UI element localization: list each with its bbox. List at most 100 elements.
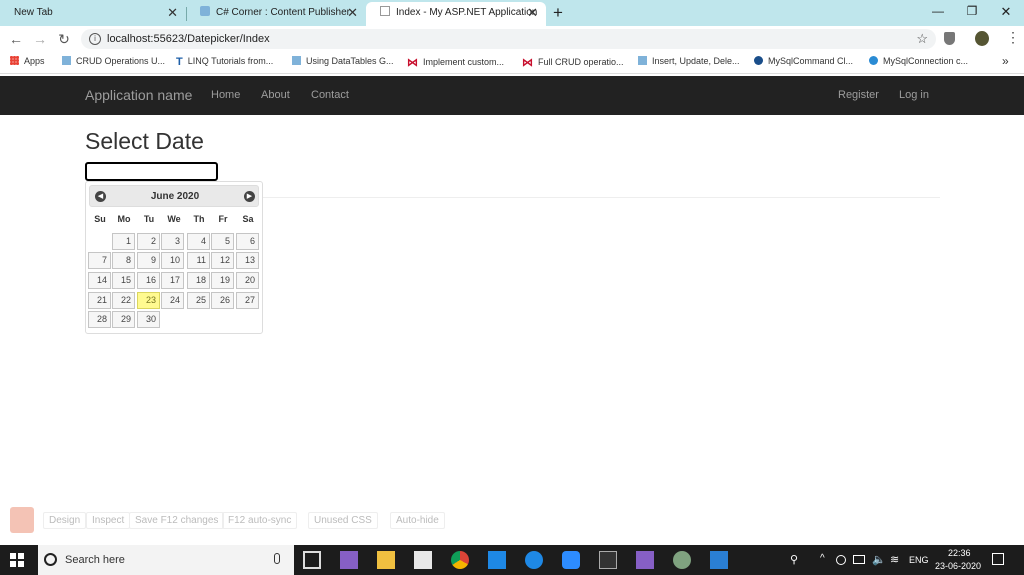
store-icon[interactable]: [414, 551, 432, 569]
nav-register-link[interactable]: Register: [838, 76, 879, 115]
calendar-day[interactable]: 27: [236, 292, 259, 309]
shield-extension-icon[interactable]: [944, 32, 955, 45]
calendar-day[interactable]: 5: [211, 233, 234, 250]
minimize-icon[interactable]: —: [928, 4, 948, 18]
calendar-day[interactable]: 16: [137, 272, 160, 289]
clock-time[interactable]: 22:36: [948, 548, 971, 558]
calendar-day[interactable]: 17: [161, 272, 184, 289]
calendar-day[interactable]: 29: [112, 311, 135, 328]
calendar-day[interactable]: 8: [112, 252, 135, 269]
bookmark-implement-custom[interactable]: ⋈ Implement custom...: [407, 56, 504, 69]
close-icon[interactable]: ✕: [527, 2, 538, 24]
calendar-day[interactable]: 28: [88, 311, 111, 328]
wifi-icon[interactable]: ≋: [890, 553, 899, 566]
restore-icon[interactable]: ❐: [962, 4, 982, 18]
bookmark-crud-operations[interactable]: CRUD Operations U...: [62, 56, 165, 66]
notification-icon[interactable]: [992, 553, 1004, 565]
devtools-autohide-toggle[interactable]: Auto-hide: [390, 512, 445, 529]
forward-arrow-icon[interactable]: →: [31, 31, 49, 47]
chevron-up-icon[interactable]: ^: [820, 553, 825, 564]
zoom-icon[interactable]: [562, 551, 580, 569]
speaker-icon[interactable]: 🔈: [872, 553, 886, 566]
calendar-day[interactable]: 12: [211, 252, 234, 269]
bookmark-insert-update-delete[interactable]: Insert, Update, Dele...: [638, 56, 740, 66]
devtools-inspect-button[interactable]: Inspect: [86, 512, 131, 529]
prev-month-icon[interactable]: ◀: [95, 191, 106, 202]
microphone-icon[interactable]: [274, 553, 280, 564]
next-month-icon[interactable]: ▶: [244, 191, 255, 202]
bookmark-using-datatables[interactable]: Using DataTables G...: [292, 56, 394, 66]
avatar[interactable]: [975, 31, 989, 46]
calendar-day[interactable]: 3: [161, 233, 184, 250]
calendar-day[interactable]: 1: [112, 233, 135, 250]
bookmark-apps[interactable]: Apps: [10, 56, 45, 66]
more-bookmarks-chevron-icon[interactable]: »: [1002, 54, 1009, 68]
calendar-day[interactable]: 14: [88, 272, 111, 289]
calendar-day[interactable]: 7: [88, 252, 111, 269]
calendar-day[interactable]: 6: [236, 233, 259, 250]
chrome-icon[interactable]: [451, 551, 469, 569]
info-icon[interactable]: i: [89, 33, 101, 45]
bookmark-full-crud[interactable]: ⋈ Full CRUD operatio...: [522, 56, 624, 69]
date-input[interactable]: [85, 162, 218, 181]
new-tab-plus-icon[interactable]: +: [553, 3, 563, 23]
tab-index-active[interactable]: Index - My ASP.NET Application ✕: [366, 2, 546, 26]
terminal-icon[interactable]: [599, 551, 617, 569]
tab-csharp-corner[interactable]: C# Corner : Content Publisher ✕: [186, 2, 366, 26]
calendar-day[interactable]: 13: [236, 252, 259, 269]
task-view-icon[interactable]: [303, 551, 321, 569]
windows-start-icon[interactable]: [10, 553, 24, 567]
tray-app-icon[interactable]: [836, 555, 846, 565]
edge-icon[interactable]: [525, 551, 543, 569]
calendar-day[interactable]: 11: [187, 252, 210, 269]
nav-about-link[interactable]: About: [261, 76, 290, 115]
calendar-day[interactable]: 9: [137, 252, 160, 269]
calendar-day[interactable]: 23: [137, 292, 160, 309]
people-icon[interactable]: ⚲: [790, 553, 798, 566]
devtools-unused-css-toggle[interactable]: Unused CSS: [308, 512, 378, 529]
calendar-day[interactable]: 25: [187, 292, 210, 309]
visual-studio-icon[interactable]: [340, 551, 358, 569]
tab-new-tab[interactable]: New Tab ✕: [0, 2, 186, 26]
close-icon[interactable]: ✕: [167, 2, 178, 24]
calendar-day[interactable]: 26: [211, 292, 234, 309]
close-icon[interactable]: ✕: [347, 2, 358, 24]
devtools-autosync-toggle[interactable]: F12 auto-sync: [222, 512, 298, 529]
photos-icon[interactable]: [710, 551, 728, 569]
calendar-day[interactable]: 4: [187, 233, 210, 250]
nav-home-link[interactable]: Home: [211, 76, 240, 115]
back-arrow-icon[interactable]: ←: [7, 31, 25, 47]
calendar-day[interactable]: 19: [211, 272, 234, 289]
clock-date[interactable]: 23-06-2020: [935, 561, 981, 571]
devtools-design-button[interactable]: Design: [43, 512, 87, 529]
calendar-day[interactable]: 20: [236, 272, 259, 289]
nav-contact-link[interactable]: Contact: [311, 76, 349, 115]
calendar-day[interactable]: 10: [161, 252, 184, 269]
visual-studio-icon[interactable]: [636, 551, 654, 569]
bookmark-star-icon[interactable]: ☆: [916, 29, 928, 49]
mail-icon[interactable]: [488, 551, 506, 569]
bookmark-mysqlcommand[interactable]: MySqlCommand Cl...: [754, 56, 853, 66]
paint-icon[interactable]: [673, 551, 691, 569]
calendar-day[interactable]: 30: [137, 311, 160, 328]
url-input[interactable]: i localhost:55623/Datepicker/Index ☆: [81, 29, 936, 49]
reload-icon[interactable]: ↻: [55, 31, 73, 48]
calendar-day[interactable]: 18: [187, 272, 210, 289]
calendar-day[interactable]: 22: [112, 292, 135, 309]
bookmark-linq-tutorials[interactable]: T LINQ Tutorials from...: [176, 56, 273, 68]
battery-icon[interactable]: [853, 555, 865, 564]
file-explorer-icon[interactable]: [377, 551, 395, 569]
calendar-day[interactable]: 15: [112, 272, 135, 289]
devtools-save-button[interactable]: Save F12 changes: [129, 512, 225, 529]
language-indicator[interactable]: ENG: [909, 555, 929, 565]
bookmark-mysqlconnection[interactable]: MySqlConnection c...: [869, 56, 968, 66]
nav-login-link[interactable]: Log in: [899, 76, 929, 115]
brand-link[interactable]: Application name: [85, 76, 192, 115]
taskbar-search-input[interactable]: Search here: [38, 545, 294, 575]
url-text: localhost:55623/Datepicker/Index: [107, 33, 270, 45]
calendar-day[interactable]: 21: [88, 292, 111, 309]
calendar-day[interactable]: 2: [137, 233, 160, 250]
kebab-menu-icon[interactable]: ⋮: [1006, 29, 1020, 46]
calendar-day[interactable]: 24: [161, 292, 184, 309]
window-close-icon[interactable]: ✕: [996, 4, 1016, 20]
